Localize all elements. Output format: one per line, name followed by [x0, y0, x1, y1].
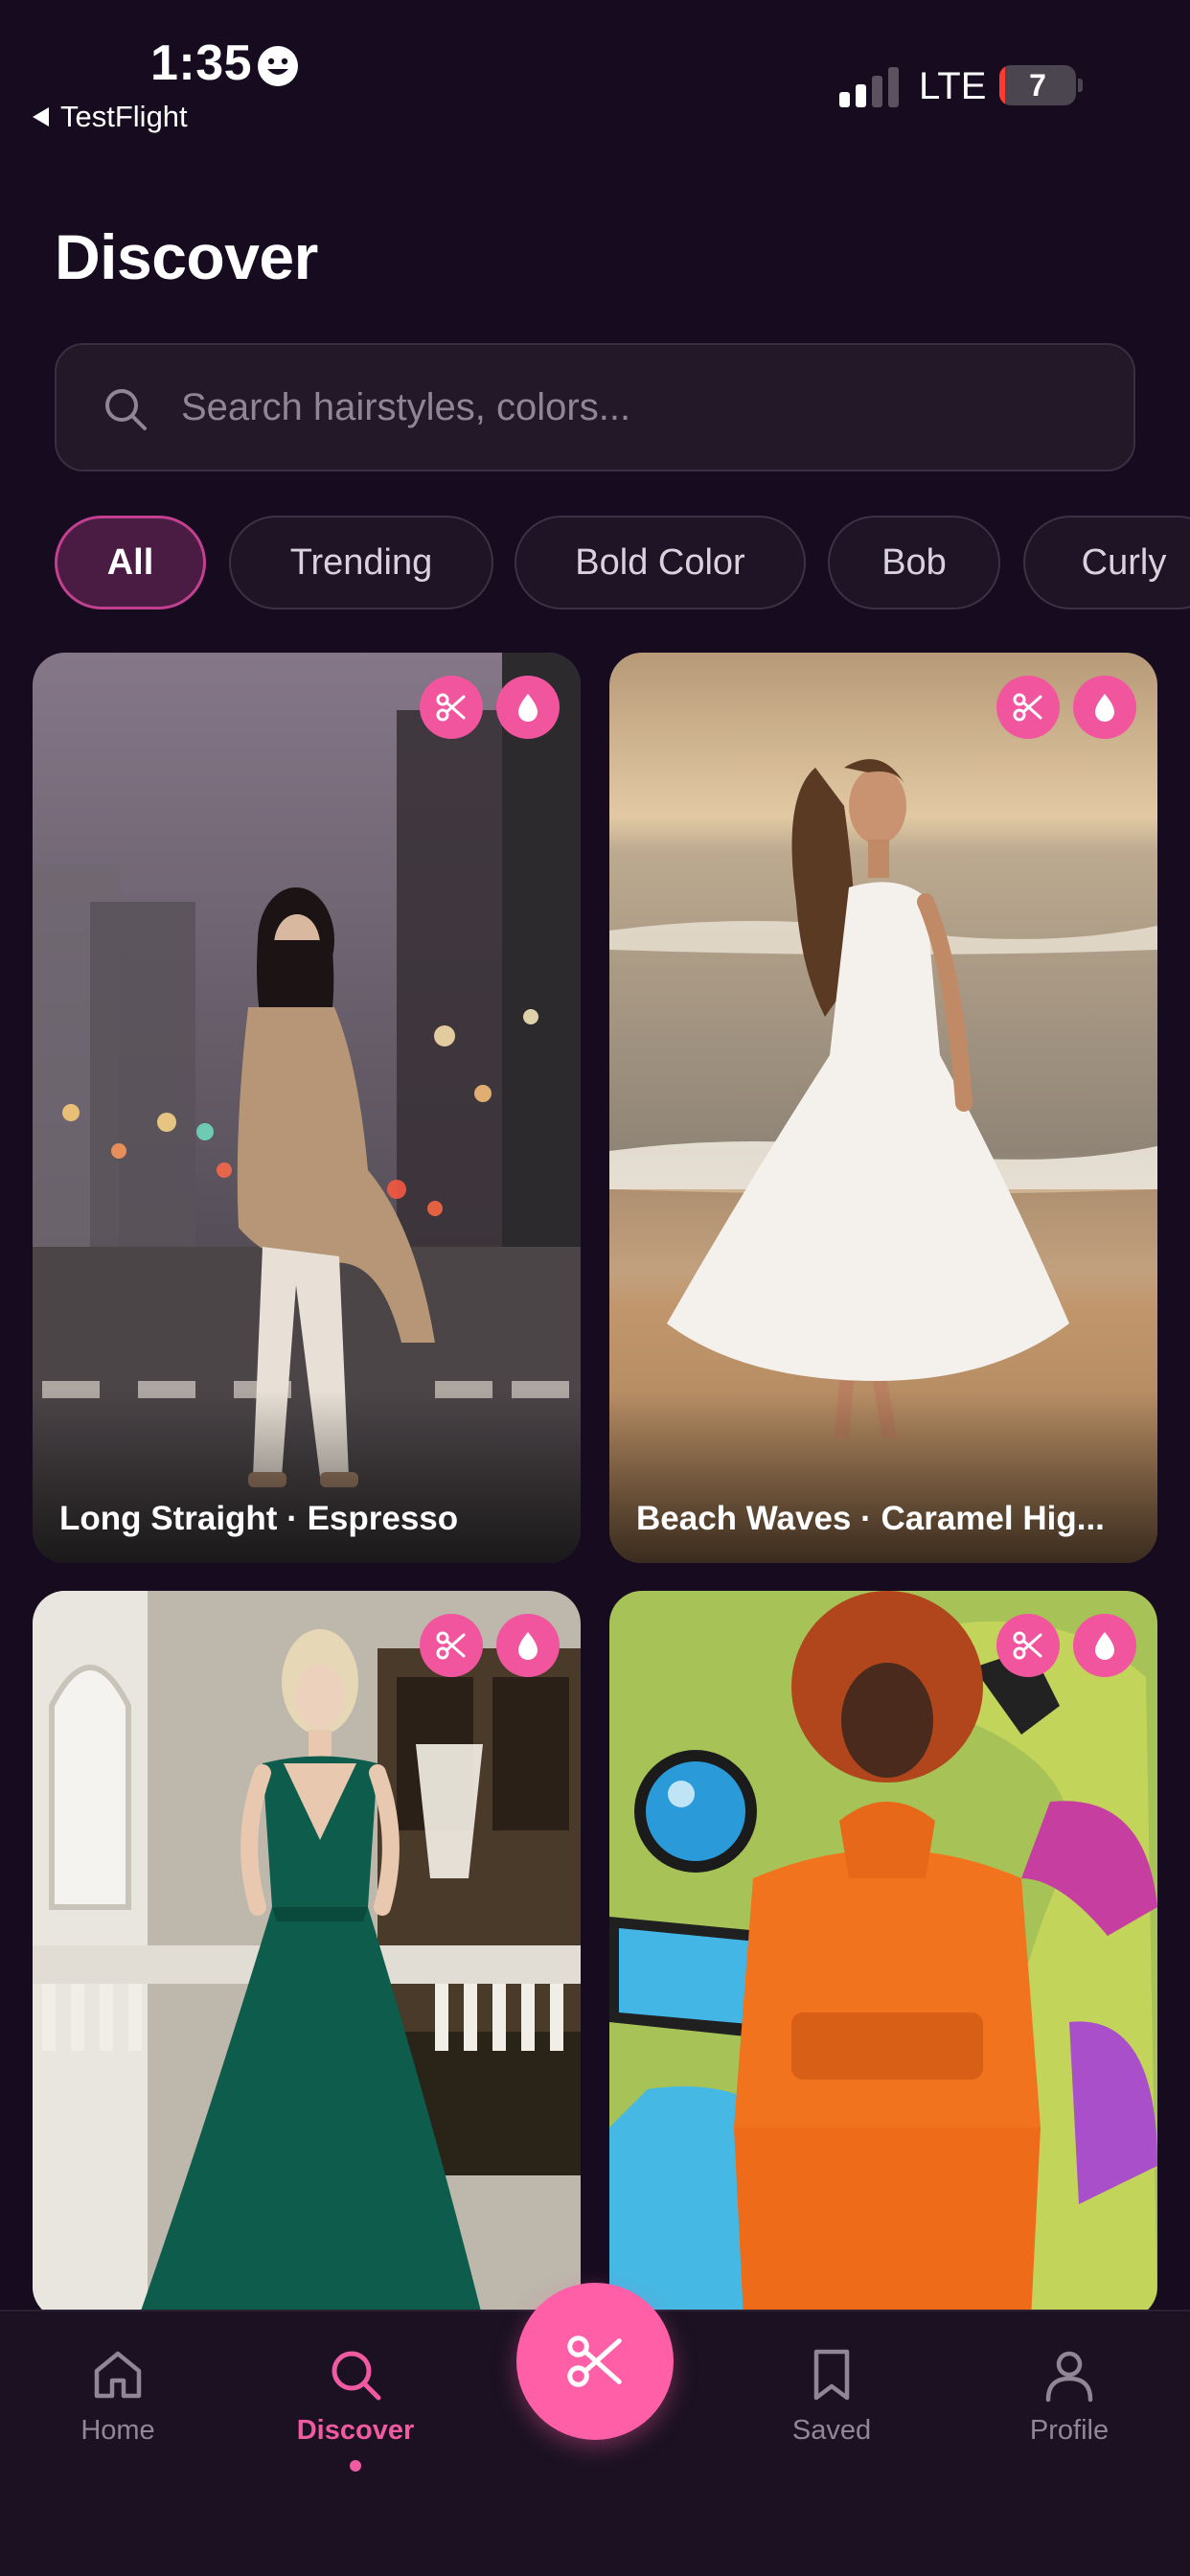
back-app-label: TestFlight	[60, 100, 188, 133]
droplet-icon	[1095, 694, 1114, 722]
back-arrow-icon	[33, 107, 49, 126]
home-icon	[94, 2351, 142, 2399]
style-card[interactable]: Long Straight · Espresso	[33, 653, 581, 1563]
signal-strength-icon	[839, 67, 899, 107]
battery-icon: 7	[999, 65, 1083, 105]
cut-badge	[996, 1614, 1060, 1677]
network-type: LTE	[919, 65, 987, 107]
nav-saved-label: Saved	[791, 2415, 872, 2446]
nav-home-label: Home	[80, 2415, 155, 2446]
droplet-icon	[1095, 1632, 1114, 1660]
filter-chips: All Trending Bold Color Bob Curly	[55, 516, 1190, 610]
nav-profile[interactable]: Profile	[983, 2346, 1156, 2447]
active-indicator-dot	[350, 2460, 361, 2472]
search-icon	[105, 389, 147, 430]
cut-badge	[420, 1614, 483, 1677]
bookmark-icon	[813, 2349, 850, 2401]
chip-all[interactable]: All	[55, 516, 206, 610]
color-badge	[496, 1614, 560, 1677]
chip-curly[interactable]: Curly	[1023, 516, 1190, 610]
back-to-testflight-link[interactable]: TestFlight	[33, 100, 188, 134]
droplet-icon	[518, 694, 538, 722]
hairstyle-photo	[609, 1591, 1157, 2319]
smiley-icon	[258, 46, 298, 86]
hairstyle-photo	[33, 1591, 581, 2319]
person-icon	[1045, 2351, 1093, 2403]
search-bar[interactable]	[55, 343, 1135, 472]
color-badge	[496, 676, 560, 739]
nav-saved[interactable]: Saved	[745, 2346, 918, 2447]
color-badge	[1073, 1614, 1136, 1677]
style-card[interactable]	[33, 1591, 581, 2319]
clock: 1:35	[150, 35, 253, 91]
scissors-icon	[436, 693, 466, 722]
droplet-icon	[518, 1632, 538, 1660]
nav-discover-label: Discover	[296, 2415, 415, 2446]
nav-profile-label: Profile	[1029, 2415, 1110, 2446]
nav-discover[interactable]: Discover	[269, 2346, 442, 2472]
chip-bold-color[interactable]: Bold Color	[515, 516, 806, 610]
scissors-icon	[567, 2335, 622, 2387]
chip-trending[interactable]: Trending	[229, 516, 493, 610]
nav-home[interactable]: Home	[32, 2346, 204, 2447]
card-caption: Long Straight · Espresso	[59, 1500, 459, 1537]
card-caption: Beach Waves · Caramel Hig...	[636, 1500, 1105, 1537]
cut-badge	[996, 676, 1060, 739]
cut-badge	[420, 676, 483, 739]
scissors-icon	[1013, 693, 1042, 722]
scissors-icon	[436, 1631, 466, 1660]
try-on-fab-button[interactable]	[516, 2283, 674, 2440]
status-bar: 1:35 TestFlight LTE 7	[0, 0, 1190, 144]
battery-percentage: 7	[1029, 68, 1046, 103]
color-badge	[1073, 676, 1136, 739]
style-card[interactable]: Beach Waves · Caramel Hig...	[609, 653, 1157, 1563]
search-icon	[332, 2351, 381, 2401]
style-card[interactable]	[609, 1591, 1157, 2319]
chip-bob[interactable]: Bob	[828, 516, 1000, 610]
search-input[interactable]	[181, 345, 1101, 470]
scissors-icon	[1013, 1631, 1042, 1660]
page-title: Discover	[55, 221, 318, 292]
